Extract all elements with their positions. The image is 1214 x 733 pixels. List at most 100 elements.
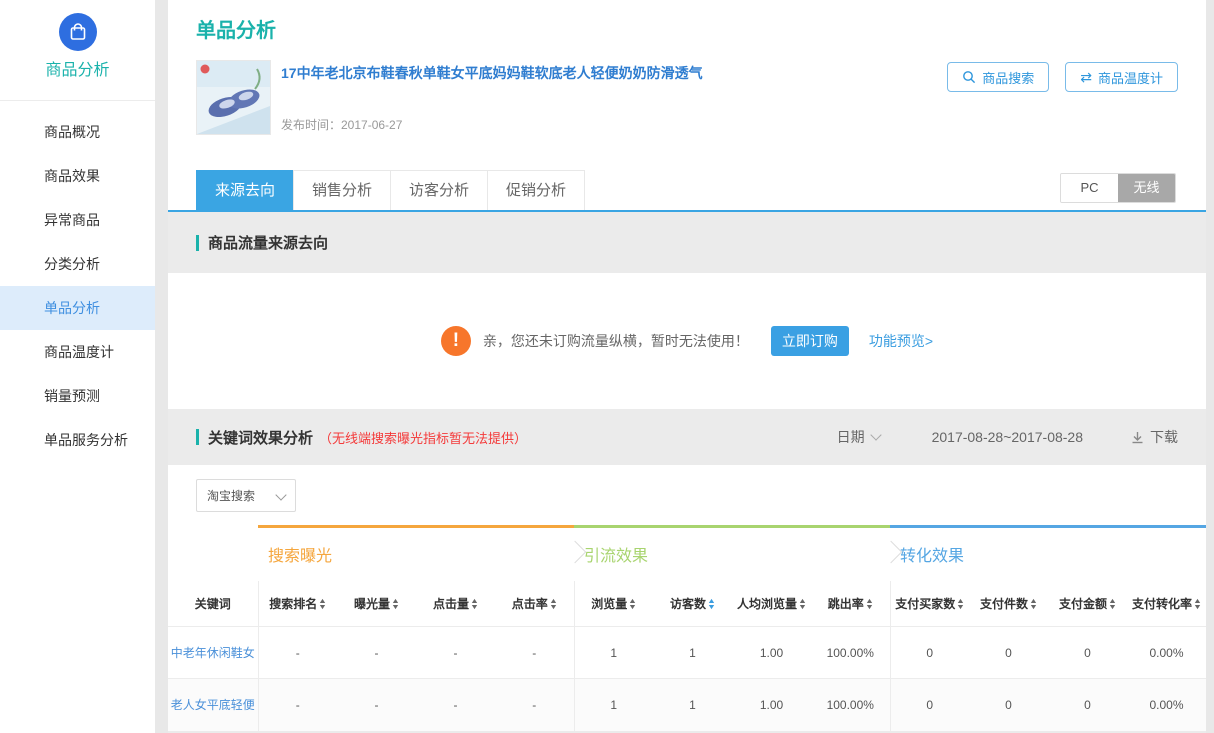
value-cell: 0 xyxy=(1048,627,1127,679)
date-range: 2017-08-28~2017-08-28 xyxy=(932,429,1083,445)
platform-option-无线[interactable]: 无线 xyxy=(1118,174,1175,202)
column-header-0[interactable]: 搜索排名▲▼ xyxy=(258,581,337,627)
column-header-3[interactable]: 点击率▲▼ xyxy=(495,581,574,627)
column-header-4[interactable]: 浏览量▲▼ xyxy=(574,581,653,627)
column-header-9[interactable]: 支付件数▲▼ xyxy=(969,581,1048,627)
keyword-link[interactable]: 老人女平底轻便 xyxy=(171,698,255,712)
publish-time: 发布时间：2017-06-27 xyxy=(281,116,1178,133)
sidebar-item-2[interactable]: 异常商品 xyxy=(0,198,155,242)
product-thermometer-button[interactable]: ⇄ 商品温度计 xyxy=(1065,62,1178,92)
value-cell: - xyxy=(337,679,416,731)
tab-1[interactable]: 销售分析 xyxy=(293,170,391,210)
value-cell: 1 xyxy=(653,627,732,679)
sort-down-arrow: ▼ xyxy=(707,605,716,611)
value-cell: 1.00 xyxy=(732,679,811,731)
column-header-label: 点击量 xyxy=(433,597,469,611)
column-header-8[interactable]: 支付买家数▲▼ xyxy=(890,581,969,627)
product-title-link[interactable]: 17中年老北京布鞋春秋单鞋女平底妈妈鞋软底老人轻便奶奶防滑透气 xyxy=(281,64,921,82)
download-icon xyxy=(1131,431,1144,444)
sidebar-item-3[interactable]: 分类分析 xyxy=(0,242,155,286)
sort-icon: ▲▼ xyxy=(319,599,326,611)
notice-text: 亲，您还未订购流量纵横，暂时无法使用！ xyxy=(483,331,749,351)
table-group-row: 搜索曝光引流效果转化效果 xyxy=(168,527,1206,581)
value-cell: 0 xyxy=(1048,679,1127,731)
product-search-label: 商品搜索 xyxy=(982,68,1034,87)
flow-section-title: 商品流量来源去向 xyxy=(208,232,328,253)
main-content: 单品分析 17中年老北京布鞋春秋 xyxy=(168,0,1206,733)
column-header-10[interactable]: 支付金额▲▼ xyxy=(1048,581,1127,627)
chevron-down-icon xyxy=(870,429,881,440)
sidebar-item-7[interactable]: 单品服务分析 xyxy=(0,418,155,462)
table-header-row: 关键词搜索排名▲▼曝光量▲▼点击量▲▼点击率▲▼浏览量▲▼访客数▲▼人均浏览量▲… xyxy=(168,581,1206,627)
value-cell: 0.00% xyxy=(1127,627,1206,679)
value-cell: 0.00% xyxy=(1127,679,1206,731)
header-actions: 商品搜索 ⇄ 商品温度计 xyxy=(947,62,1178,92)
swap-arrows-icon: ⇄ xyxy=(1080,69,1092,86)
column-header-label: 点击率 xyxy=(512,597,548,611)
sort-down-arrow: ▼ xyxy=(798,605,807,611)
group-spacer-cell xyxy=(168,527,258,581)
value-cell: 1.00 xyxy=(732,627,811,679)
sidebar-item-4[interactable]: 单品分析 xyxy=(0,286,155,330)
date-dropdown[interactable]: 日期 xyxy=(837,427,880,447)
feature-preview-link[interactable]: 功能预览> xyxy=(869,331,933,351)
flow-section-header: 商品流量来源去向 xyxy=(168,212,1206,273)
sidebar-item-0[interactable]: 商品概况 xyxy=(0,110,155,154)
column-header-2[interactable]: 点击量▲▼ xyxy=(416,581,495,627)
shopping-bag-icon xyxy=(59,13,97,51)
keyword-section-note: （无线端搜索曝光指标暂无法提供） xyxy=(319,428,527,447)
platform-toggle: PC无线 xyxy=(1060,173,1176,203)
order-now-button[interactable]: 立即订购 xyxy=(771,326,849,356)
column-header-label: 支付转化率 xyxy=(1132,597,1192,611)
sort-icon: ▲▼ xyxy=(708,599,715,611)
keyword-section-header: 关键词效果分析 （无线端搜索曝光指标暂无法提供） 日期 2017-08-28~2… xyxy=(168,409,1206,465)
channel-select[interactable]: 淘宝搜索 xyxy=(196,479,296,512)
sort-icon: ▲▼ xyxy=(866,599,873,611)
sort-down-arrow: ▼ xyxy=(865,605,874,611)
sort-icon: ▲▼ xyxy=(471,599,478,611)
tab-3[interactable]: 促销分析 xyxy=(487,170,585,210)
value-cell: 0 xyxy=(890,627,969,679)
sort-down-arrow: ▼ xyxy=(318,605,327,611)
keyword-cell: 中老年休闲鞋女 xyxy=(168,627,258,679)
section-bar xyxy=(196,235,199,251)
sidebar-item-5[interactable]: 商品温度计 xyxy=(0,330,155,374)
tab-2[interactable]: 访客分析 xyxy=(390,170,488,210)
keyword-section-title: 关键词效果分析 xyxy=(208,427,313,448)
column-header-6[interactable]: 人均浏览量▲▼ xyxy=(732,581,811,627)
sidebar-item-6[interactable]: 销量预测 xyxy=(0,374,155,418)
sort-icon: ▲▼ xyxy=(629,599,636,611)
sort-down-arrow: ▼ xyxy=(1108,605,1117,611)
platform-option-PC[interactable]: PC xyxy=(1061,174,1118,202)
keyword-table: 搜索曝光引流效果转化效果关键词搜索排名▲▼曝光量▲▼点击量▲▼点击率▲▼浏览量▲… xyxy=(168,525,1206,731)
column-header-7[interactable]: 跳出率▲▼ xyxy=(811,581,890,627)
table-row-0: 中老年休闲鞋女----111.00100.00%0000.00% xyxy=(168,627,1206,679)
tab-row: 来源去向销售分析访客分析促销分析 PC无线 xyxy=(196,170,1178,210)
group-header-2: 转化效果 xyxy=(890,527,1206,581)
sort-icon: ▲▼ xyxy=(957,599,964,611)
section-bar xyxy=(196,429,199,445)
value-cell: 0 xyxy=(969,679,1048,731)
keyword-section-controls: 日期 2017-08-28~2017-08-28 下载 xyxy=(837,427,1178,447)
sidebar-nav: 商品概况商品效果异常商品分类分析单品分析商品温度计销量预测单品服务分析 xyxy=(0,101,155,462)
sort-down-arrow: ▼ xyxy=(549,605,558,611)
download-button[interactable]: 下载 xyxy=(1131,427,1178,447)
value-cell: - xyxy=(416,627,495,679)
column-header-1[interactable]: 曝光量▲▼ xyxy=(337,581,416,627)
product-thumbnail[interactable] xyxy=(196,60,271,135)
tab-bar: 来源去向销售分析访客分析促销分析 xyxy=(196,170,584,210)
product-summary: 17中年老北京布鞋春秋单鞋女平底妈妈鞋软底老人轻便奶奶防滑透气 发布时间：201… xyxy=(196,60,1178,135)
sidebar-title: 商品分析 xyxy=(0,61,155,81)
column-header-11[interactable]: 支付转化率▲▼ xyxy=(1127,581,1206,627)
value-cell: - xyxy=(416,679,495,731)
group-label: 搜索曝光 xyxy=(258,548,332,565)
product-search-button[interactable]: 商品搜索 xyxy=(947,62,1049,92)
group-header-0: 搜索曝光 xyxy=(258,527,574,581)
tab-0[interactable]: 来源去向 xyxy=(196,170,294,210)
column-header-5[interactable]: 访客数▲▼ xyxy=(653,581,732,627)
page-header: 单品分析 17中年老北京布鞋春秋 xyxy=(168,18,1206,210)
subscription-notice: ! 亲，您还未订购流量纵横，暂时无法使用！ 立即订购 功能预览> xyxy=(168,273,1206,409)
keyword-link[interactable]: 中老年休闲鞋女 xyxy=(171,646,255,660)
column-header-label: 跳出率 xyxy=(828,597,864,611)
sidebar-item-1[interactable]: 商品效果 xyxy=(0,154,155,198)
